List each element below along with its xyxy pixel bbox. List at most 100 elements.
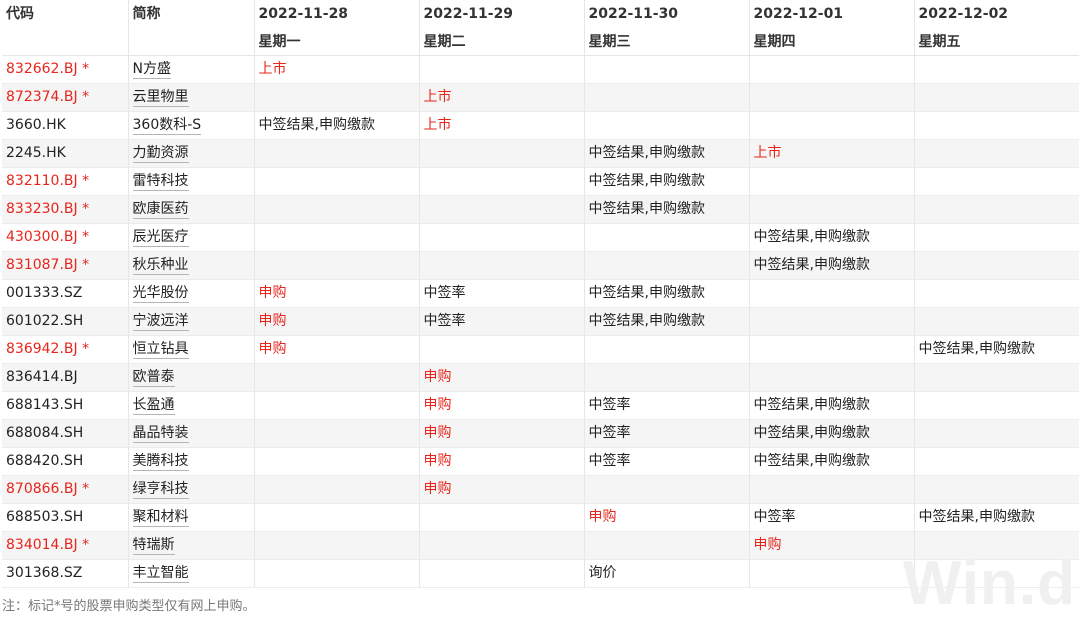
stock-name-link[interactable]: 欧普泰 — [132, 369, 175, 387]
event-cell — [749, 195, 915, 224]
event-cell: 上市 — [419, 111, 585, 140]
stock-name-link[interactable]: N方盛 — [132, 61, 171, 79]
event-cell — [749, 83, 915, 112]
stock-name-cell: 光华股份 — [128, 279, 255, 308]
header-date: 2022-12-01 — [749, 0, 915, 29]
event-cell: 中签结果,申购缴款 — [254, 111, 420, 140]
header-blank — [128, 29, 255, 56]
stock-code-cell: 832662.BJ * — [2, 55, 129, 84]
header-weekday: 星期四 — [749, 29, 915, 56]
event-cell: 中签率 — [419, 279, 585, 308]
stock-name-link[interactable]: 晶品特装 — [132, 425, 189, 443]
table-row: 870866.BJ * 绿亨科技 申购 — [2, 475, 1079, 504]
table-row: 688420.SH 美腾科技 申购 中签率 中签结果,申购缴款 — [2, 447, 1079, 476]
stock-code-cell: 832110.BJ * — [2, 167, 129, 196]
stock-code-cell: 831087.BJ * — [2, 251, 129, 280]
event-cell — [914, 111, 1079, 140]
stock-name-cell: 美腾科技 — [128, 447, 255, 476]
stock-name-link[interactable]: 雷特科技 — [132, 173, 189, 191]
table-row: 688503.SH 聚和材料 申购 中签率 中签结果,申购缴款 — [2, 503, 1079, 532]
stock-name-link[interactable]: 欧康医药 — [132, 201, 189, 219]
stock-code-cell: 872374.BJ * — [2, 83, 129, 112]
event-cell: 中签结果,申购缴款 — [749, 419, 915, 448]
stock-name-cell: 晶品特装 — [128, 419, 255, 448]
event-cell — [419, 223, 585, 252]
stock-name-link[interactable]: 聚和材料 — [132, 509, 189, 527]
event-cell — [749, 335, 915, 364]
stock-name-link[interactable]: 辰光医疗 — [132, 229, 189, 247]
event-cell — [914, 391, 1079, 420]
table-row: 001333.SZ 光华股份 申购 中签率 中签结果,申购缴款 — [2, 279, 1079, 308]
stock-name-cell: 辰光医疗 — [128, 223, 255, 252]
event-cell — [749, 111, 915, 140]
event-cell — [254, 83, 420, 112]
event-cell: 中签率 — [584, 419, 750, 448]
table-row: 430300.BJ * 辰光医疗 中签结果,申购缴款 — [2, 223, 1079, 252]
event-cell: 中签结果,申购缴款 — [584, 195, 750, 224]
event-cell — [254, 391, 420, 420]
event-cell — [254, 195, 420, 224]
table-row: 688143.SH 长盈通 申购 中签率 中签结果,申购缴款 — [2, 391, 1079, 420]
event-cell — [254, 475, 420, 504]
stock-name-link[interactable]: 360数科-S — [132, 117, 202, 135]
event-cell — [584, 83, 750, 112]
stock-name-cell: N方盛 — [128, 55, 255, 84]
event-cell — [254, 559, 420, 588]
event-cell — [749, 307, 915, 336]
event-cell — [584, 223, 750, 252]
event-cell: 申购 — [419, 363, 585, 392]
event-cell — [749, 363, 915, 392]
event-cell — [914, 475, 1079, 504]
event-cell: 中签结果,申购缴款 — [914, 503, 1079, 532]
stock-name-link[interactable]: 秋乐种业 — [132, 257, 189, 275]
stock-name-link[interactable]: 丰立智能 — [132, 565, 189, 583]
event-cell: 申购 — [749, 531, 915, 560]
stock-name-link[interactable]: 恒立钻具 — [132, 341, 189, 359]
stock-code-cell: 688143.SH — [2, 391, 129, 420]
stock-name-cell: 恒立钻具 — [128, 335, 255, 364]
table-row: 832110.BJ * 雷特科技 中签结果,申购缴款 — [2, 167, 1079, 196]
event-cell — [749, 167, 915, 196]
event-cell: 申购 — [254, 307, 420, 336]
header-weekday: 星期三 — [584, 29, 750, 56]
header-date: 2022-12-02 — [918, 6, 1009, 22]
stock-code-cell: 688503.SH — [2, 503, 129, 532]
event-cell: 申购 — [419, 419, 585, 448]
stock-name-cell: 特瑞斯 — [128, 531, 255, 560]
footnote: 注：标记*号的股票申购类型仅有网上申购。 — [2, 599, 256, 614]
event-cell — [254, 447, 420, 476]
stock-name-link[interactable]: 光华股份 — [132, 285, 189, 303]
stock-code-cell: 688420.SH — [2, 447, 129, 476]
wind-watermark-logo: Win.d — [902, 549, 1076, 618]
stock-name-link[interactable]: 力勤资源 — [132, 145, 189, 163]
stock-name-link[interactable]: 宁波远洋 — [132, 313, 189, 331]
table-row: 601022.SH 宁波远洋 申购 中签率 中签结果,申购缴款 — [2, 307, 1079, 336]
header-weekday: 星期五 — [914, 29, 1079, 56]
stock-name-cell: 绿亨科技 — [128, 475, 255, 504]
stock-name-link[interactable]: 云里物里 — [132, 89, 189, 107]
event-cell — [254, 251, 420, 280]
stock-name-link[interactable]: 特瑞斯 — [132, 537, 175, 555]
table-row: 836942.BJ * 恒立钻具 申购 中签结果,申购缴款 — [2, 335, 1079, 364]
event-cell: 中签结果,申购缴款 — [584, 307, 750, 336]
event-cell: 上市 — [419, 83, 585, 112]
event-cell: 中签结果,申购缴款 — [749, 447, 915, 476]
stock-code-cell: 688084.SH — [2, 419, 129, 448]
stock-name-link[interactable]: 美腾科技 — [132, 453, 189, 471]
event-cell: 申购 — [419, 447, 585, 476]
event-cell — [749, 559, 915, 588]
stock-code-cell: 301368.SZ — [2, 559, 129, 588]
event-cell: 中签率 — [584, 447, 750, 476]
event-cell — [749, 55, 915, 84]
event-cell: 申购 — [419, 391, 585, 420]
table-row: 688084.SH 晶品特装 申购 中签率 中签结果,申购缴款 — [2, 419, 1079, 448]
ipo-calendar-page: 代码 简称 2022-11-28 2022-11-29 2022-11-30 2… — [0, 0, 1080, 620]
event-cell: 中签结果,申购缴款 — [584, 167, 750, 196]
event-cell: 中签结果,申购缴款 — [914, 335, 1079, 364]
table-row: 831087.BJ * 秋乐种业 中签结果,申购缴款 — [2, 251, 1079, 280]
event-cell — [254, 531, 420, 560]
event-cell — [584, 475, 750, 504]
stock-name-link[interactable]: 绿亨科技 — [132, 481, 189, 499]
event-cell — [419, 167, 585, 196]
stock-name-link[interactable]: 长盈通 — [132, 397, 175, 415]
